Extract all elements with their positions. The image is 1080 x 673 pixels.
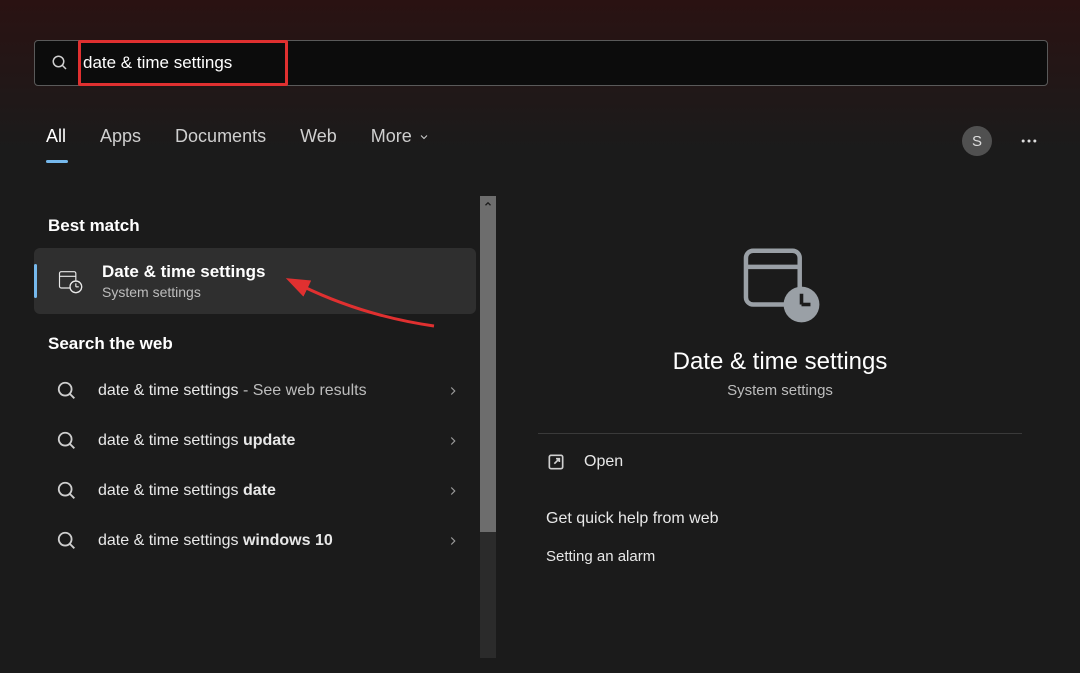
search-bar[interactable] [34,40,1048,86]
open-action[interactable]: Open [520,434,1040,490]
scrollbar-up-button[interactable] [480,196,496,212]
web-result-text: date & time settings windows 10 [98,530,438,552]
results-column: Best match Date & time settings System s… [34,196,476,658]
quick-help-link-0[interactable]: Setting an alarm [520,536,1040,577]
search-icon [51,54,69,72]
open-label: Open [584,453,623,471]
web-result-text: date & time settings date [98,480,438,502]
best-match-result[interactable]: Date & time settings System settings [34,248,476,314]
date-time-icon [56,267,84,295]
web-result-3[interactable]: date & time settings windows 10 [34,516,476,566]
web-result-text: date & time settings - See web results [98,380,438,402]
date-time-large-icon [737,240,823,326]
ellipsis-icon [1019,131,1039,151]
best-match-heading: Best match [48,216,476,236]
scrollbar-thumb[interactable] [480,212,496,532]
chevron-right-icon [446,384,460,398]
web-result-1[interactable]: date & time settings update [34,416,476,466]
header-right-controls: S [962,126,1044,156]
user-avatar[interactable]: S [962,126,992,156]
search-icon [56,380,78,402]
active-tab-underline [46,160,68,163]
best-match-subtitle: System settings [102,284,265,300]
open-icon [546,452,566,472]
chevron-right-icon [446,484,460,498]
more-options-button[interactable] [1014,126,1044,156]
search-icon [56,530,78,552]
chevron-up-icon [483,199,493,209]
tab-documents[interactable]: Documents [175,126,266,157]
chevron-right-icon [446,434,460,448]
search-icon [56,480,78,502]
search-web-heading: Search the web [48,334,476,354]
tab-more-label: More [371,126,412,147]
preview-icon-wrap [520,240,1040,326]
web-results-list: date & time settings - See web results da… [34,366,476,566]
start-search-window: All Apps Documents Web More S Best match [0,0,1080,673]
tab-more[interactable]: More [371,126,430,157]
tab-apps[interactable]: Apps [100,126,141,157]
web-result-2[interactable]: date & time settings date [34,466,476,516]
tab-web[interactable]: Web [300,126,337,157]
preview-title: Date & time settings [520,348,1040,376]
tab-all[interactable]: All [46,126,66,157]
best-match-title: Date & time settings [102,262,265,282]
search-input[interactable] [81,52,1031,74]
best-match-text: Date & time settings System settings [102,262,265,300]
web-result-text: date & time settings update [98,430,438,452]
web-result-0[interactable]: date & time settings - See web results [34,366,476,416]
preview-subtitle: System settings [520,382,1040,399]
chevron-down-icon [418,131,430,143]
quick-help-heading: Get quick help from web [520,490,1040,536]
search-icon [56,430,78,452]
chevron-right-icon [446,534,460,548]
filter-tabs: All Apps Documents Web More [46,126,430,157]
preview-pane: Date & time settings System settings Ope… [520,196,1040,658]
quick-help-links: Setting an alarm [520,536,1040,577]
